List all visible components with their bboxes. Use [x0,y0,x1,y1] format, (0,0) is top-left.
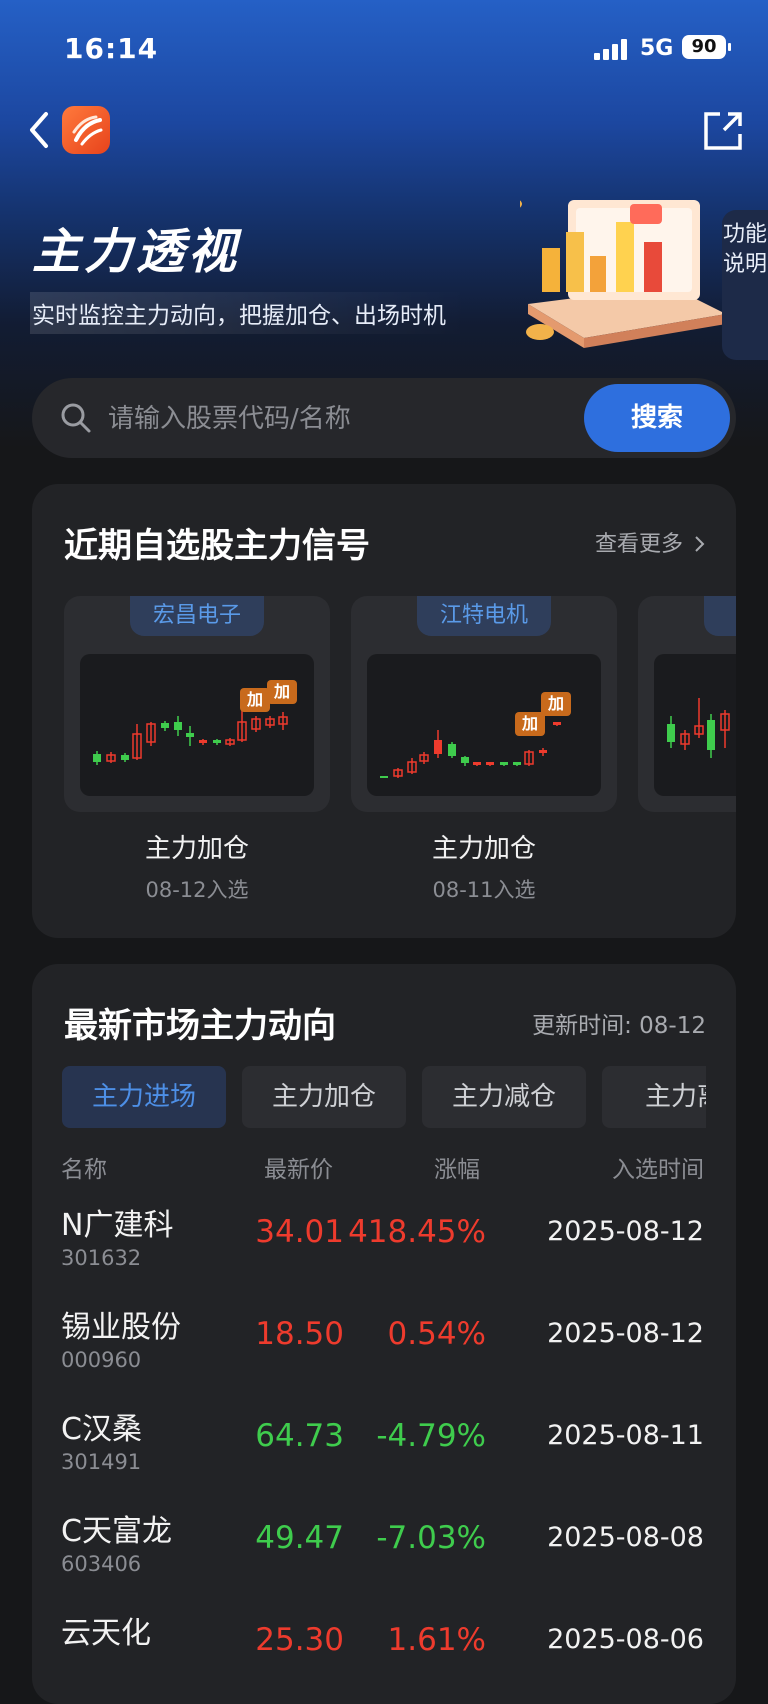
signal-card-box: 江特电机 加 加 [351,596,617,812]
search-input[interactable] [106,400,570,438]
search-button[interactable]: 搜索 [584,384,730,452]
stock-name: N广建科 [61,1208,174,1243]
svg-text:加: 加 [521,714,538,733]
update-time: 更新时间: 08-12 [532,1013,706,1039]
stock-name: 锡业股份 [61,1310,181,1345]
stock-price: 25.30 [255,1622,344,1658]
signal-type: 主力加仓 [144,834,249,864]
stock-price: 34.01 [255,1214,344,1250]
svg-text:加: 加 [273,682,290,701]
back-chevron-icon[interactable] [24,110,54,150]
app-logo-icon [62,106,110,154]
selected-date: 2025-08-12 [547,1216,704,1247]
stock-price: 18.50 [255,1316,344,1352]
table-row[interactable]: C天富龙 603406 49.47 -7.03% 2025-08-08 [32,1506,736,1606]
search-bar: 搜索 [32,378,736,458]
stock-code: 000960 [61,1348,142,1372]
network-type: 5G [640,36,674,61]
signal-date: 08-12入选 [145,878,249,902]
selected-date: 2025-08-12 [547,1318,704,1349]
signal-date: 08-11入选 [432,878,536,902]
signal-strength-icon [594,38,628,60]
table-row[interactable]: C汉桑 301491 64.73 -4.79% 2025-08-11 [32,1404,736,1504]
stock-name: C天富龙 [61,1514,172,1549]
search-icon [61,403,91,433]
status-time: 16:14 [64,32,159,65]
candles [93,710,288,765]
table-row[interactable]: N广建科 301632 34.01 418.45% 2025-08-12 [32,1200,736,1300]
table-row[interactable]: 锡业股份 000960 18.50 0.54% 2025-08-12 [32,1302,736,1402]
selected-date: 2025-08-06 [547,1624,704,1655]
stock-code: 301632 [61,1246,142,1270]
add-position-marker: 加 [240,688,270,712]
svg-text:加: 加 [547,694,564,713]
column-header-name: 名称 [61,1157,107,1183]
signal-card[interactable]: 江特电机 加 加 主力加仓 08-11入选 [351,596,617,912]
svg-text:加: 加 [246,690,263,709]
tab-main-add[interactable]: 主力加仓 [242,1066,406,1128]
candles [667,698,730,758]
chevron-right-icon [695,536,705,552]
signal-stock-name: 华 [704,596,736,636]
page-title: 主力透视 [32,224,241,280]
tab-main-exit[interactable]: 主力离 [602,1066,706,1128]
signals-carousel[interactable]: 宏昌电子 加 加 主力加仓 08-12入选 江特电机 加 加 主力加仓 08-1… [64,596,736,916]
table-row[interactable]: 云天化 25.30 1.61% 2025-08-06 [32,1608,736,1704]
stock-change: 418.45% [348,1214,486,1250]
signal-stock-name: 宏昌电子 [130,596,264,636]
signal-type: 主力加仓 [431,834,536,864]
stock-name: 云天化 [61,1616,151,1651]
watchlist-signals-card: 近期自选股主力信号 查看更多 宏昌电子 加 加 主力加仓 08-12入选 江特电… [32,484,736,938]
signal-candlestick-chart [654,654,736,796]
flow-tabs: 主力进场 主力加仓 主力减仓 主力离 [62,1066,706,1128]
page-subtitle: 实时监控主力动向，把握加仓、出场时机 [30,292,468,334]
signal-card-box: 华 [638,596,736,812]
signal-candlestick-chart: 加 加 [367,654,601,796]
view-more-link[interactable]: 查看更多 [595,526,706,558]
signal-stock-name: 江特电机 [417,596,551,636]
stock-price: 49.47 [255,1520,344,1556]
column-header-date: 入选时间 [612,1157,704,1183]
tab-main-entry[interactable]: 主力进场 [62,1066,226,1128]
stock-change: 0.54% [387,1316,486,1352]
share-icon[interactable] [700,108,746,154]
stock-change: 1.61% [387,1622,486,1658]
stock-code: 301491 [61,1450,142,1474]
column-header-change: 涨幅 [434,1157,480,1183]
add-position-marker: 加 [515,712,545,736]
stock-change: -4.79% [376,1418,486,1454]
selected-date: 2025-08-11 [547,1420,704,1451]
stock-name: C汉桑 [61,1412,142,1447]
signal-type: 主 [638,828,736,865]
signal-date: 08 [638,874,736,898]
stock-code: 603406 [61,1552,142,1576]
market-card-title: 最新市场主力动向 [64,1006,336,1046]
signal-card-box: 宏昌电子 加 加 [64,596,330,812]
stock-change: -7.03% [376,1520,486,1556]
signal-card[interactable]: 宏昌电子 加 加 主力加仓 08-12入选 [64,596,330,912]
view-more-label: 查看更多 [594,532,683,557]
signals-card-title: 近期自选股主力信号 [64,526,370,566]
add-position-marker: 加 [267,680,297,704]
feature-description-button[interactable]: 功能说明 [722,210,768,360]
selected-date: 2025-08-08 [547,1522,704,1553]
add-position-marker: 加 [541,692,571,716]
battery-icon: 90 [682,35,731,59]
signal-candlestick-chart: 加 加 [80,654,314,796]
market-flows-card: 最新市场主力动向 更新时间: 08-12 主力进场 主力加仓 主力减仓 主力离 … [32,964,736,1704]
chart-illustration [520,200,726,348]
tab-main-reduce[interactable]: 主力减仓 [422,1066,586,1128]
column-header-price: 最新价 [264,1157,333,1183]
status-bar: 16:14 5G 90 [0,28,768,72]
signal-card[interactable]: 华 主 08 [638,596,736,912]
stock-price: 64.73 [255,1418,344,1454]
